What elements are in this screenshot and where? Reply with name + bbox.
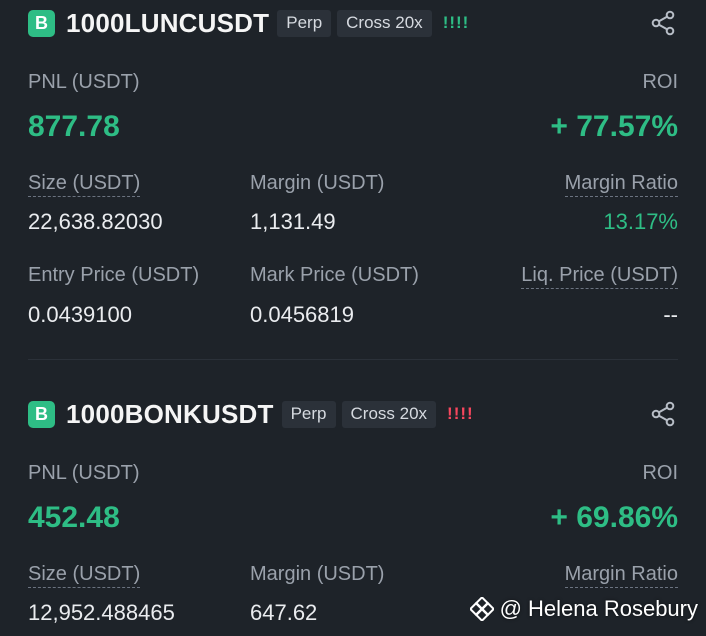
size-value: 22,638.82030	[28, 209, 163, 234]
exchange-badge: B	[28, 400, 55, 428]
margin-label: Margin (USDT)	[250, 563, 385, 585]
margin-mode-tag[interactable]: Cross 20x	[337, 9, 432, 37]
size-label[interactable]: Size (USDT)	[28, 172, 141, 197]
risk-indicator: !!!!	[447, 404, 474, 423]
share-icon[interactable]	[650, 10, 676, 36]
margin-ratio-label[interactable]: Margin Ratio	[564, 563, 678, 588]
card-divider	[28, 359, 678, 360]
margin-value: 1,131.49	[250, 209, 336, 234]
margin-ratio-label[interactable]: Margin Ratio	[564, 172, 678, 197]
pnl-label: PNL (USDT)	[28, 71, 140, 93]
entry-price-value: 0.0439100	[28, 302, 132, 327]
position-header: B 1000LUNCUSDT Perp Cross 20x !!!!	[28, 8, 469, 38]
roi-label: ROI	[642, 462, 678, 484]
pnl-label: PNL (USDT)	[28, 462, 140, 484]
entry-price-label: Entry Price (USDT)	[28, 264, 200, 286]
symbol-name[interactable]: 1000LUNCUSDT	[66, 8, 269, 39]
symbol-name[interactable]: 1000BONKUSDT	[66, 399, 274, 430]
liq-price-value: --	[663, 302, 678, 327]
size-value: 12,952.488465	[28, 600, 175, 625]
margin-value: 647.62	[250, 600, 318, 625]
pnl-value: 452.48	[28, 501, 120, 534]
exchange-badge: B	[28, 9, 55, 37]
margin-mode-tag[interactable]: Cross 20x	[341, 400, 437, 428]
watermark: @ Helena Rosebury	[469, 596, 698, 622]
roi-label: ROI	[642, 71, 678, 93]
share-icon[interactable]	[650, 401, 676, 427]
risk-indicator: !!!!	[442, 13, 470, 32]
size-label[interactable]: Size (USDT)	[28, 563, 141, 588]
margin-label: Margin (USDT)	[250, 172, 385, 194]
liq-price-label[interactable]: Liq. Price (USDT)	[521, 264, 678, 289]
pnl-value: 877.78	[28, 110, 120, 143]
margin-ratio-value: 13.17%	[603, 209, 678, 234]
mark-price-label: Mark Price (USDT)	[250, 264, 419, 286]
watermark-text: @ Helena Rosebury	[499, 596, 698, 621]
roi-value: + 77.57%	[550, 110, 678, 143]
binance-logo-icon	[469, 597, 494, 621]
mark-price-value: 0.0456819	[250, 302, 354, 327]
contract-type-tag: Perp	[277, 9, 332, 37]
contract-type-tag: Perp	[281, 400, 336, 428]
position-header: B 1000BONKUSDT Perp Cross 20x !!!!	[28, 399, 474, 429]
roi-value: + 69.86%	[550, 501, 678, 534]
